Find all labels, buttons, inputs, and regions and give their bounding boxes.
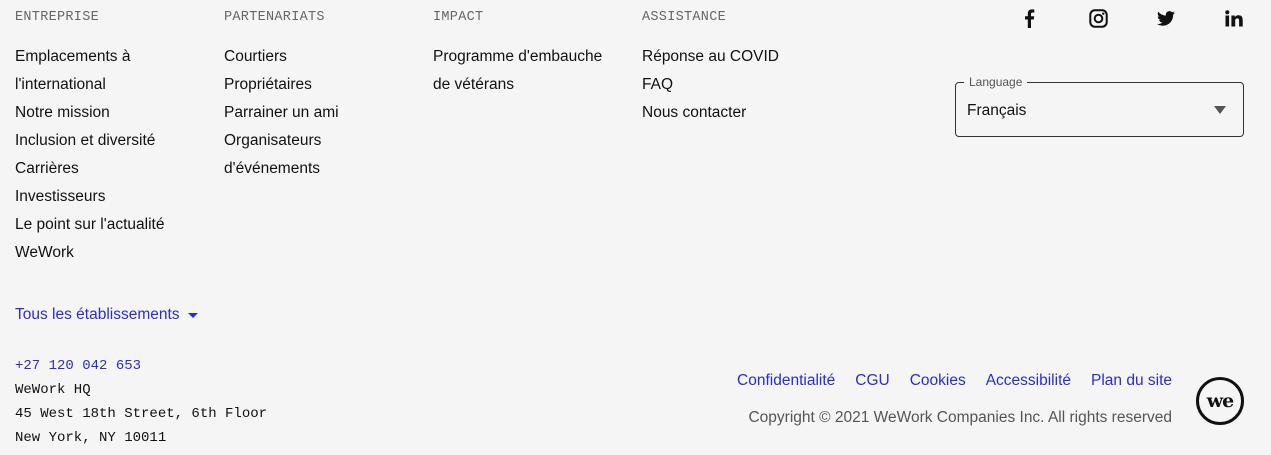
legal-links: Confidentialité CGU Cookies Accessibilit…: [737, 372, 1172, 390]
linkedin-icon[interactable]: [1225, 8, 1243, 28]
column-heading: PARTENARIATS: [224, 10, 325, 25]
language-selected-value: Français: [967, 102, 1027, 119]
footer-column-entreprise: ENTREPRISE Emplacements à l'internationa…: [15, 10, 200, 267]
cookies-link[interactable]: Cookies: [910, 372, 966, 390]
phone-link[interactable]: +27 120 042 653: [15, 354, 267, 378]
footer-link[interactable]: Investisseurs: [15, 183, 200, 211]
footer-link[interactable]: Notre mission: [15, 99, 200, 127]
footer-link[interactable]: Inclusion et diversité: [15, 127, 200, 155]
sitemap-link[interactable]: Plan du site: [1091, 372, 1172, 390]
footer-column-assistance: ASSISTANCE Réponse au COVID FAQ Nous con…: [642, 10, 832, 127]
column-heading: ASSISTANCE: [642, 10, 727, 25]
footer-link[interactable]: Réponse au COVID: [642, 43, 832, 71]
column-heading: ENTREPRISE: [15, 10, 100, 25]
footer-link[interactable]: Carrières: [15, 155, 200, 183]
address-line: WeWork HQ: [15, 382, 91, 398]
footer-link[interactable]: FAQ: [642, 71, 832, 99]
logo-text: we: [1206, 390, 1234, 412]
all-locations-label: Tous les établissements: [15, 306, 180, 323]
all-locations-dropdown[interactable]: Tous les établissements: [15, 306, 198, 324]
language-select[interactable]: Language Français: [955, 75, 1244, 137]
footer-link[interactable]: Le point sur l'actualité WeWork: [15, 211, 200, 267]
facebook-icon[interactable]: [1023, 8, 1035, 28]
footer-link[interactable]: Parrainer un ami: [224, 99, 414, 127]
address-block: +27 120 042 653 WeWork HQ 45 West 18th S…: [15, 354, 267, 450]
instagram-icon[interactable]: [1089, 8, 1108, 28]
language-label: Language: [964, 75, 1028, 89]
footer-column-impact: IMPACT Programme d'embauche de vétérans: [433, 10, 623, 99]
footer-link[interactable]: Emplacements à l'international: [15, 43, 200, 99]
footer-link[interactable]: Nous contacter: [642, 99, 832, 127]
footer-link[interactable]: Programme d'embauche de vétérans: [433, 43, 623, 99]
caret-down-icon: [187, 312, 198, 318]
column-heading: IMPACT: [433, 10, 484, 25]
terms-link[interactable]: CGU: [855, 372, 889, 390]
twitter-icon[interactable]: [1157, 8, 1175, 28]
copyright-text: Copyright © 2021 WeWork Companies Inc. A…: [748, 409, 1172, 426]
wework-logo[interactable]: we: [1196, 377, 1244, 425]
footer-link[interactable]: Organisateurs d'événements: [224, 127, 354, 183]
chevron-down-icon: [1214, 106, 1226, 114]
footer-link[interactable]: Courtiers: [224, 43, 414, 71]
address-line: New York, NY 10011: [15, 430, 167, 446]
footer-column-partenariats: PARTENARIATS Courtiers Propriétaires Par…: [224, 10, 414, 183]
accessibility-link[interactable]: Accessibilité: [986, 372, 1071, 390]
address-line: 45 West 18th Street, 6th Floor: [15, 406, 268, 422]
privacy-link[interactable]: Confidentialité: [737, 372, 835, 390]
footer-link[interactable]: Propriétaires: [224, 71, 414, 99]
